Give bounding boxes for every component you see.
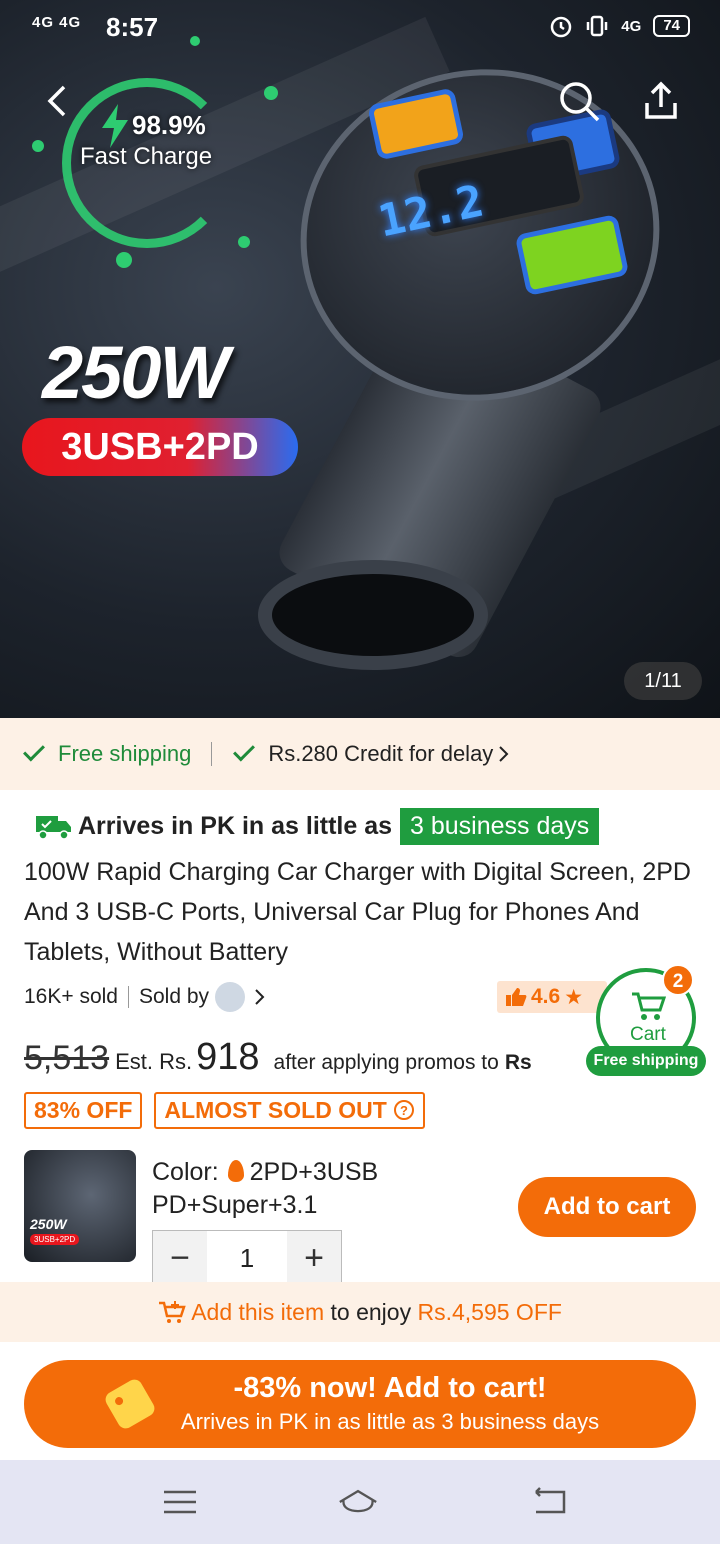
- arrival-row: Arrives in PK in as little as 3 business…: [36, 808, 600, 845]
- price-row: 5,513 Est. Rs. 918 after applying promos…: [24, 1036, 532, 1079]
- back-nav-icon[interactable]: [528, 1484, 568, 1520]
- search-button[interactable]: [556, 78, 602, 124]
- share-button[interactable]: [638, 78, 684, 124]
- cart-free-shipping: Free shipping: [586, 1046, 706, 1076]
- ports-pill: 3USB+2PD: [22, 418, 298, 476]
- product-image[interactable]: 98.9% Fast Charge 12.2 250W 3USB+2PD 4G …: [0, 0, 720, 718]
- delay-credit-label: Rs.280 Credit for delay: [268, 741, 494, 766]
- tags-row: 83% OFF ALMOST SOLD OUT ?: [24, 1092, 426, 1129]
- sold-row: 16K+ sold Sold by: [24, 982, 267, 1012]
- chevron-right-icon[interactable]: [253, 987, 267, 1007]
- decor-dot: [238, 236, 250, 248]
- svg-text:?: ?: [400, 1103, 408, 1118]
- battery-indicator: 74: [653, 15, 690, 37]
- home-icon[interactable]: [338, 1484, 378, 1520]
- status-bar: 4G 4G 8:57 4G 74: [0, 0, 720, 56]
- check-icon: [233, 739, 256, 761]
- color-value-line2: PD+Super+3.1: [152, 1191, 318, 1219]
- variant-thumbnail[interactable]: 250W 3USB+2PD: [24, 1150, 136, 1262]
- add-item-middle: to enjoy: [330, 1299, 412, 1325]
- store-avatar[interactable]: [215, 982, 246, 1012]
- share-icon: [645, 81, 677, 119]
- promo-suffix: Rs: [504, 1051, 532, 1074]
- thumb-ports: 3USB+2PD: [30, 1234, 80, 1245]
- product-title: 100W Rapid Charging Car Charger with Dig…: [24, 858, 691, 966]
- stock-tag[interactable]: ALMOST SOLD OUT ?: [154, 1092, 426, 1129]
- signal-text: 4G 4G: [32, 14, 82, 31]
- original-price: 5,513: [24, 1039, 110, 1077]
- system-nav-bar: [0, 1460, 720, 1544]
- business-days-badge: 3 business days: [400, 808, 600, 845]
- rating-badge[interactable]: 4.6 ★: [497, 981, 607, 1013]
- sold-count: 16K+ sold: [24, 985, 118, 1008]
- current-price: 918: [196, 1036, 260, 1078]
- sold-by-label: Sold by: [139, 985, 210, 1008]
- truck-icon: [36, 815, 71, 840]
- increment-button[interactable]: +: [287, 1231, 341, 1285]
- promo-text: after applying promos to: [273, 1051, 499, 1074]
- quantity-value[interactable]: 1: [207, 1231, 287, 1285]
- help-icon: ?: [394, 1100, 415, 1120]
- search-icon: [560, 82, 600, 122]
- add-item-bar[interactable]: Add this item to enjoy Rs.4,595 OFF: [0, 1282, 720, 1342]
- color-value: 2PD+3USB: [249, 1158, 379, 1186]
- add-item-amount: Rs.4,595 OFF: [417, 1299, 562, 1325]
- chevron-right-icon: [499, 746, 509, 762]
- decor-dot: [32, 140, 44, 152]
- star-icon: ★: [564, 985, 584, 1009]
- rating-value: 4.6: [531, 985, 561, 1008]
- check-icon: [23, 739, 45, 761]
- thumb-wattage: 250W: [30, 1216, 67, 1232]
- add-item-action: Add this item: [191, 1299, 325, 1325]
- cart-icon: [632, 992, 666, 1020]
- quantity-stepper: − 1 +: [152, 1230, 342, 1286]
- stock-tag-label: ALMOST SOLD OUT: [164, 1097, 387, 1123]
- vibrate-icon: [587, 15, 608, 37]
- lightning-icon: [102, 104, 128, 148]
- wattage-label: 250W: [42, 331, 229, 414]
- discount-tag: 83% OFF: [24, 1092, 143, 1129]
- back-button[interactable]: [34, 78, 80, 124]
- estimate-label: Est. Rs.: [115, 1049, 193, 1074]
- divider: [128, 986, 129, 1008]
- clock: 8:57: [106, 12, 159, 42]
- cart-count-badge: 2: [662, 964, 694, 996]
- alarm-icon: [551, 16, 572, 38]
- decrement-button[interactable]: −: [153, 1231, 207, 1285]
- decor-dot: [264, 86, 278, 100]
- divider: [211, 742, 213, 766]
- back-icon: [47, 85, 66, 117]
- free-shipping-label: Free shipping: [58, 741, 192, 766]
- color-label: Color:: [152, 1158, 219, 1186]
- flame-icon: [227, 1160, 244, 1182]
- image-counter: 1/11: [624, 662, 702, 700]
- cart-plus-icon: [159, 1301, 186, 1323]
- network-text: 4G: [621, 17, 642, 35]
- menu-icon[interactable]: [160, 1484, 200, 1520]
- color-selection[interactable]: Color: 2PD+3USB PD+Super+3.1: [152, 1156, 378, 1222]
- add-to-cart-button[interactable]: Add to cart: [518, 1177, 696, 1237]
- cart-label: Cart: [630, 1024, 666, 1045]
- arrival-text: Arrives in PK in as little as: [78, 812, 393, 840]
- thumbs-up-icon: [506, 988, 527, 1006]
- car-socket: [258, 560, 488, 670]
- shipping-strip[interactable]: Free shipping Rs.280 Credit for delay: [0, 718, 720, 790]
- decor-dot: [116, 252, 132, 268]
